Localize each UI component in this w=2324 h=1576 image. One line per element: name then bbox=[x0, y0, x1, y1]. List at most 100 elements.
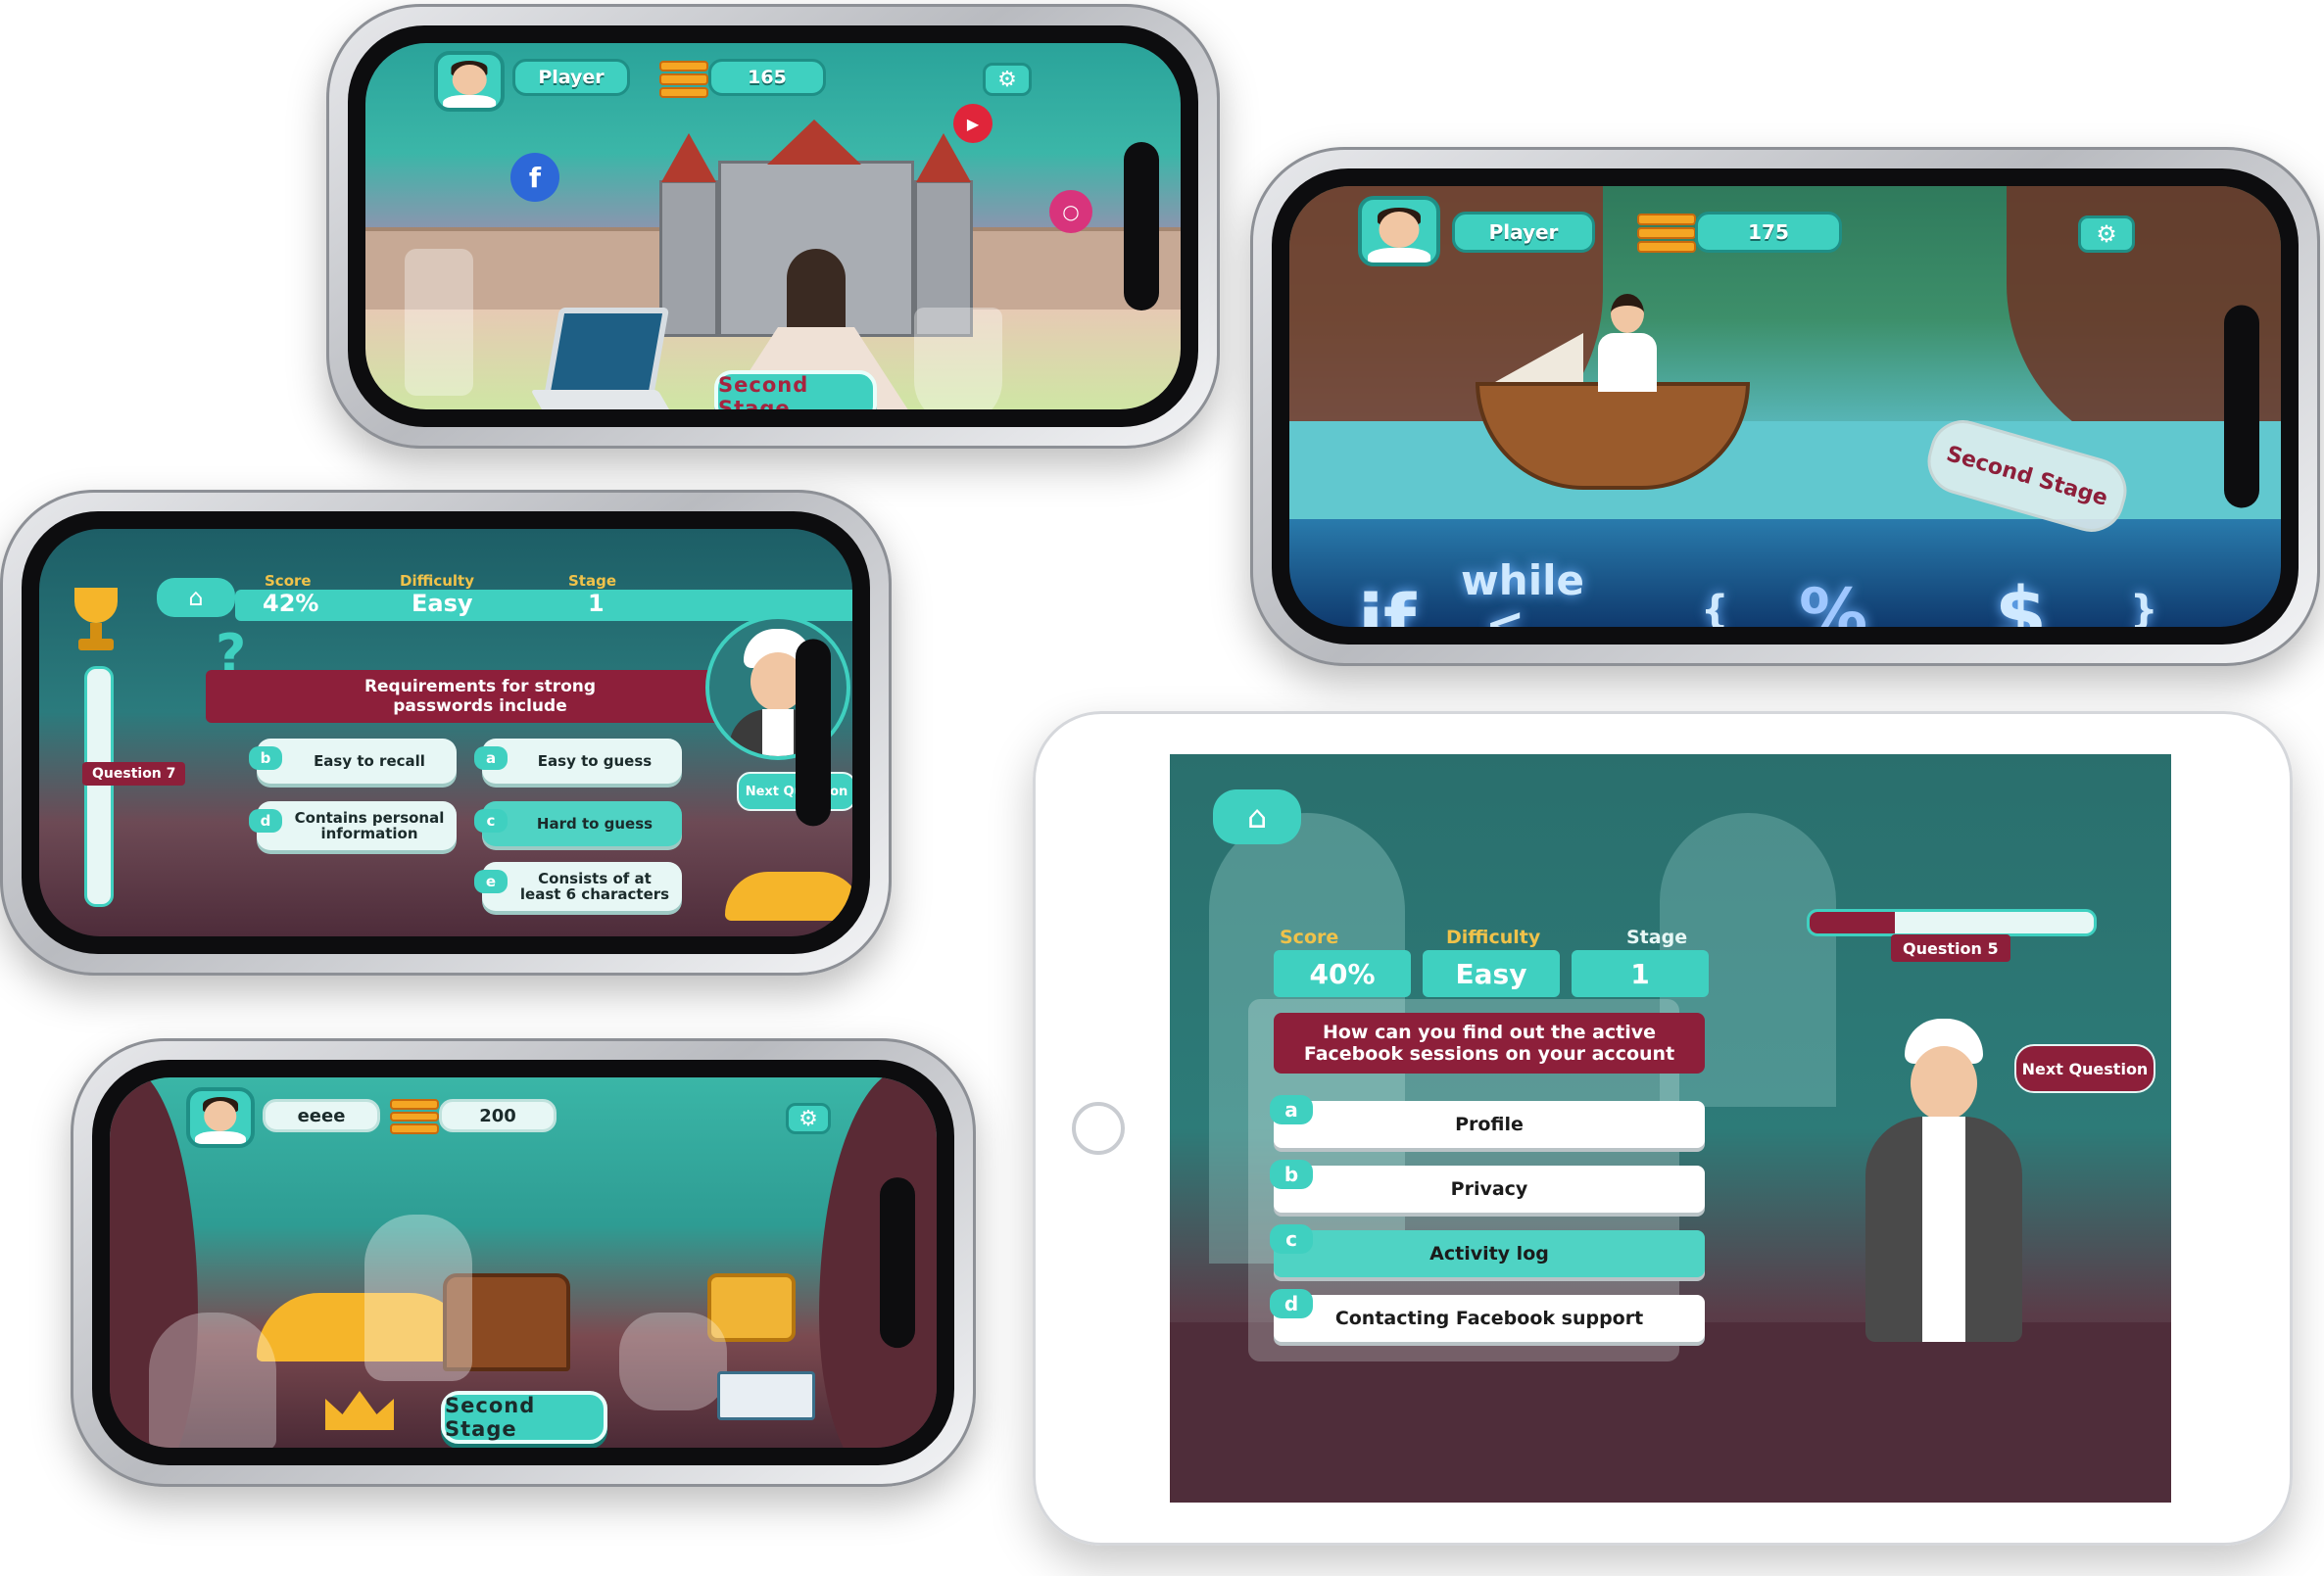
next-question-button[interactable]: Next Question bbox=[737, 772, 852, 811]
phone-bezel: f ▶ ○ Player 165 ⚙ Second Stage bbox=[348, 25, 1198, 427]
castle-roof bbox=[661, 133, 716, 182]
coins-icon bbox=[1637, 214, 1696, 253]
avatar[interactable] bbox=[186, 1087, 255, 1148]
phone-bezel: ⌂ Question 7 Score Difficulty Stage 42% … bbox=[22, 511, 870, 954]
coin-count: 200 bbox=[439, 1099, 557, 1132]
score-value: 42% bbox=[263, 590, 319, 617]
question-text: How can you find out the active Facebook… bbox=[1303, 1022, 1675, 1065]
settings-gear-icon[interactable]: ⚙ bbox=[786, 1103, 831, 1134]
second-stage-button[interactable]: Second Stage bbox=[714, 370, 877, 409]
difficulty-box: Easy bbox=[1423, 950, 1560, 997]
answer-option-b[interactable]: b Easy to recall bbox=[249, 739, 457, 784]
stage-value: 1 bbox=[588, 590, 605, 617]
question-number: Question 5 bbox=[1891, 934, 2010, 962]
phone-bezel: Second Stage if while < { % $ } Player 1… bbox=[1272, 168, 2299, 645]
treasure-screen: eeee 200 ⚙ Second Stage bbox=[110, 1077, 937, 1448]
answer-option-d[interactable]: d Contacting Facebook support bbox=[1270, 1289, 1705, 1342]
answer-text: Easy to guess bbox=[537, 752, 653, 770]
answer-letter: d bbox=[249, 809, 282, 833]
treasure-pile bbox=[725, 872, 852, 921]
tablet: ⌂ Score Difficulty Stage 40% Easy 1 How … bbox=[1033, 711, 2293, 1546]
answer-text: Privacy bbox=[1450, 1178, 1528, 1200]
coins-icon bbox=[390, 1099, 439, 1134]
home-icon: ⌂ bbox=[1246, 798, 1268, 836]
question-number: Question 7 bbox=[82, 762, 186, 786]
answer-option-b[interactable]: b Privacy bbox=[1270, 1160, 1705, 1213]
settings-gear-icon[interactable]: ⚙ bbox=[2078, 215, 2135, 253]
facebook-icon: f bbox=[510, 153, 559, 202]
question-progress-bar bbox=[1807, 909, 2097, 936]
stage-label: Stage bbox=[1626, 927, 1688, 948]
tablet-home-button[interactable] bbox=[1072, 1102, 1125, 1155]
answer-option-c[interactable]: c Activity log bbox=[1270, 1224, 1705, 1277]
answer-option-d[interactable]: d Contains personal information bbox=[249, 801, 457, 850]
coin-count: 175 bbox=[1695, 212, 1842, 253]
answer-text: Easy to recall bbox=[314, 752, 425, 770]
phone-treasure: eeee 200 ⚙ Second Stage bbox=[71, 1038, 976, 1487]
avatar[interactable] bbox=[1358, 196, 1440, 266]
castle-gate bbox=[787, 249, 846, 337]
player-name: eeee bbox=[263, 1099, 380, 1132]
difficulty-value: Easy bbox=[1455, 957, 1527, 990]
laptop-icon bbox=[530, 308, 681, 409]
code-word-if: if bbox=[1358, 578, 1417, 627]
question-banner: How can you find out the active Facebook… bbox=[1274, 1013, 1705, 1074]
coin-count: 165 bbox=[708, 59, 826, 96]
code-word-percent: % bbox=[1799, 574, 1868, 627]
home-icon: ⌂ bbox=[188, 584, 204, 611]
answer-letter: c bbox=[1270, 1224, 1313, 1254]
question-banner: Requirements for strong passwords includ… bbox=[206, 670, 754, 723]
cave-rock bbox=[819, 1077, 937, 1448]
coins-icon bbox=[659, 61, 708, 98]
score-label: Score bbox=[1280, 927, 1339, 948]
answer-text: Profile bbox=[1455, 1114, 1524, 1135]
home-button[interactable]: ⌂ bbox=[157, 578, 235, 617]
avatar[interactable] bbox=[434, 51, 505, 112]
phone-bezel: eeee 200 ⚙ Second Stage bbox=[92, 1060, 954, 1465]
ghost-silhouette bbox=[619, 1313, 727, 1410]
answer-text: Contains personal information bbox=[294, 809, 445, 842]
answer-letter: a bbox=[1270, 1095, 1313, 1124]
player-name: Player bbox=[512, 59, 630, 96]
code-word-brace-close: } bbox=[2130, 588, 2158, 627]
stage-value: 1 bbox=[1630, 957, 1650, 990]
answer-option-a[interactable]: a Profile bbox=[1270, 1095, 1705, 1148]
trophy-icon bbox=[69, 588, 123, 656]
answer-option-a[interactable]: a Easy to guess bbox=[474, 739, 682, 784]
stage-label: Stage bbox=[568, 572, 617, 590]
difficulty-label: Difficulty bbox=[1446, 927, 1541, 948]
score-box: 40% bbox=[1274, 950, 1411, 997]
settings-gear-icon[interactable]: ⚙ bbox=[983, 63, 1032, 96]
ghost-silhouette bbox=[149, 1313, 276, 1448]
phone-notch bbox=[880, 1177, 915, 1348]
home-button[interactable]: ⌂ bbox=[1213, 789, 1301, 844]
score-label: Score bbox=[265, 572, 312, 590]
question-progress-bar bbox=[84, 666, 114, 907]
answer-letter: b bbox=[249, 746, 282, 770]
stage-box: 1 bbox=[1572, 950, 1709, 997]
answer-text: Activity log bbox=[1429, 1243, 1549, 1265]
host-character bbox=[1846, 1019, 2042, 1342]
difficulty-value: Easy bbox=[412, 590, 473, 617]
crown-icon bbox=[325, 1391, 394, 1430]
castle-roof bbox=[767, 119, 861, 165]
next-question-button[interactable]: Next Question bbox=[2014, 1044, 2155, 1093]
phone-notch bbox=[796, 639, 831, 827]
answer-list: a Profile b Privacy c Activity log d Con… bbox=[1270, 1095, 1705, 1356]
answer-letter: a bbox=[474, 746, 508, 770]
ghost-silhouette bbox=[364, 1215, 472, 1381]
second-stage-button[interactable]: Second Stage bbox=[441, 1391, 607, 1444]
code-word-brace-open: { bbox=[1701, 588, 1729, 627]
difficulty-label: Difficulty bbox=[400, 572, 474, 590]
answer-option-e[interactable]: e Consists of at least 6 characters bbox=[474, 862, 682, 911]
castle-screen: f ▶ ○ Player 165 ⚙ Second Stage bbox=[365, 43, 1181, 409]
code-word-dollar: $ bbox=[1995, 570, 2047, 627]
youtube-icon: ▶ bbox=[953, 104, 993, 143]
question-text: Requirements for strong passwords includ… bbox=[363, 677, 597, 716]
phone-castle: f ▶ ○ Player 165 ⚙ Second Stage bbox=[326, 4, 1220, 449]
answer-option-c[interactable]: c Hard to guess bbox=[474, 801, 682, 846]
phone-notch bbox=[1124, 141, 1159, 311]
shield-icon bbox=[405, 249, 473, 396]
shield-icon bbox=[914, 308, 1002, 409]
answer-text: Hard to guess bbox=[536, 815, 654, 833]
